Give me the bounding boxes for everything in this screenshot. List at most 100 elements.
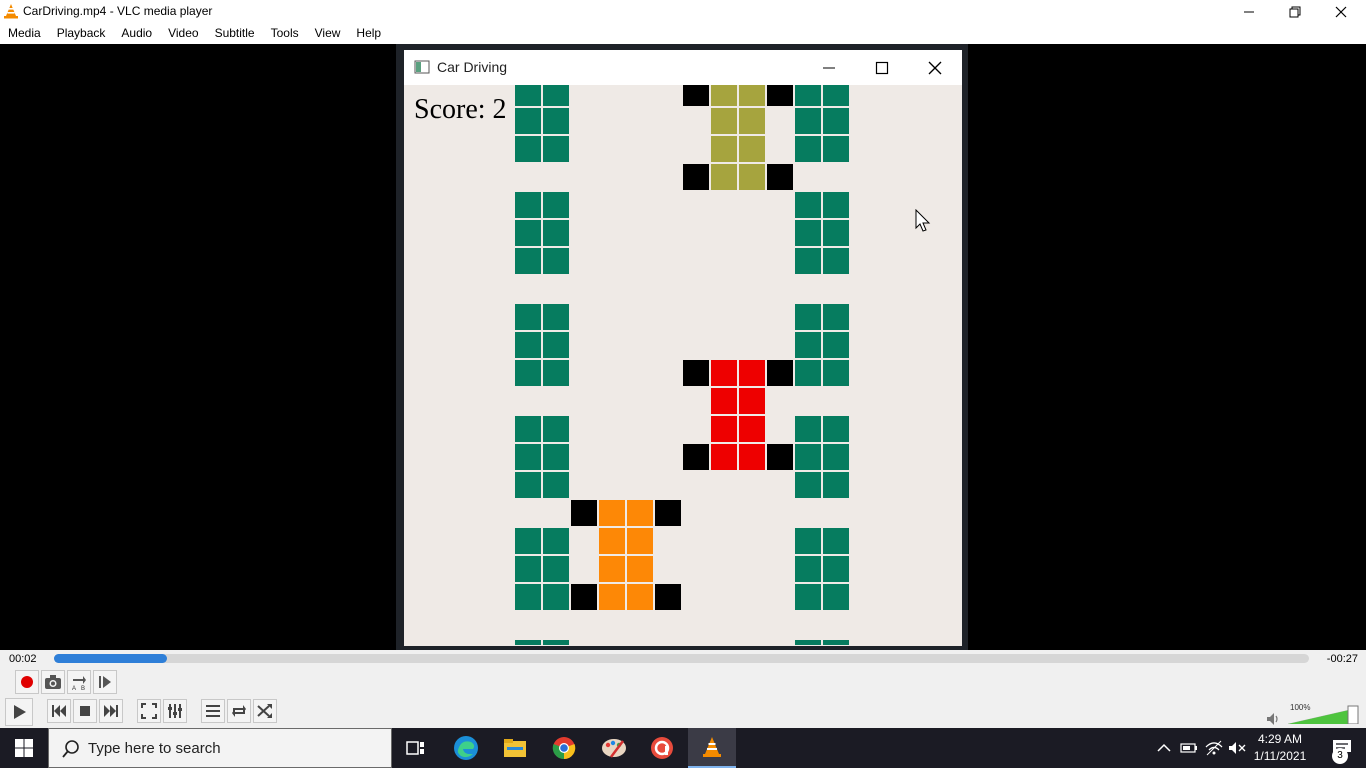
paint-taskbar-button[interactable] bbox=[590, 728, 638, 768]
fullscreen-button[interactable] bbox=[137, 699, 161, 723]
shuffle-button[interactable] bbox=[253, 699, 277, 723]
next-icon bbox=[104, 705, 118, 717]
loop-button[interactable] bbox=[227, 699, 251, 723]
player-controls: AB 100% bbox=[0, 670, 1366, 728]
player-car-wheel bbox=[654, 499, 682, 527]
player-car-wheel bbox=[570, 499, 598, 527]
road-border-left-cell bbox=[514, 555, 542, 583]
pinned-app-taskbar-button[interactable] bbox=[638, 728, 686, 768]
vlc-icon bbox=[703, 737, 721, 757]
player-car-body-cell bbox=[598, 527, 626, 555]
seek-progress-fill bbox=[54, 654, 167, 663]
player-car-body-cell bbox=[598, 583, 626, 611]
restore-button[interactable] bbox=[1272, 0, 1318, 23]
volume-tray-button[interactable] bbox=[1227, 738, 1247, 758]
svg-text:A: A bbox=[72, 686, 76, 691]
vlc-cone-icon bbox=[4, 4, 18, 19]
road-border-left-cell bbox=[514, 85, 542, 107]
minimize-button[interactable] bbox=[1226, 0, 1272, 23]
road-border-right-cell bbox=[794, 583, 822, 611]
menu-help[interactable]: Help bbox=[348, 23, 389, 44]
battery-tray-button[interactable] bbox=[1179, 738, 1199, 758]
road-border-left-cell bbox=[542, 359, 570, 387]
road-border-left-cell bbox=[514, 443, 542, 471]
show-hidden-icons-button[interactable] bbox=[1154, 738, 1174, 758]
game-window: Car Driving Score: 2 bbox=[404, 50, 962, 646]
remaining-time[interactable]: -00:27 bbox=[1327, 653, 1358, 665]
road-border-right-cell bbox=[822, 247, 850, 275]
game-close-button bbox=[908, 50, 962, 85]
previous-button[interactable] bbox=[47, 699, 71, 723]
edge-icon bbox=[454, 736, 478, 760]
enemy-car-olive-body-cell bbox=[710, 85, 738, 107]
edge-taskbar-button[interactable] bbox=[442, 728, 490, 768]
seek-row: 00:02 -00:27 bbox=[0, 650, 1366, 670]
menu-audio[interactable]: Audio bbox=[113, 23, 160, 44]
enemy-car-olive-body-cell bbox=[738, 85, 766, 107]
network-tray-button[interactable] bbox=[1204, 738, 1224, 758]
road-border-left-cell bbox=[542, 331, 570, 359]
play-button[interactable] bbox=[5, 698, 33, 726]
vlc-taskbar-button[interactable] bbox=[688, 728, 736, 768]
extended-settings-button[interactable] bbox=[163, 699, 187, 723]
taskbar-search-box[interactable]: Type here to search bbox=[48, 728, 392, 768]
road-border-right-cell bbox=[822, 471, 850, 499]
playlist-button[interactable] bbox=[201, 699, 225, 723]
enemy-car-red-wheel bbox=[766, 359, 794, 387]
loop-ab-button[interactable]: AB bbox=[67, 670, 91, 694]
start-button[interactable] bbox=[0, 728, 48, 768]
road-border-right-cell bbox=[794, 471, 822, 499]
enemy-car-olive-body-cell bbox=[738, 135, 766, 163]
taskbar-clock[interactable]: 4:29 AM 1/11/2021 bbox=[1252, 731, 1308, 765]
loop-ab-icon: AB bbox=[72, 676, 86, 691]
enemy-car-olive-wheel bbox=[766, 163, 794, 191]
menu-playback[interactable]: Playback bbox=[49, 23, 114, 44]
frame-by-frame-button[interactable] bbox=[93, 670, 117, 694]
road-border-left-cell bbox=[542, 415, 570, 443]
frame-step-icon bbox=[99, 676, 111, 688]
road-border-left-cell bbox=[542, 303, 570, 331]
close-button[interactable] bbox=[1318, 0, 1364, 23]
road-border-right-cell bbox=[794, 443, 822, 471]
volume-muted-icon bbox=[1229, 742, 1246, 754]
menu-media[interactable]: Media bbox=[0, 23, 49, 44]
road-border-left-cell bbox=[514, 191, 542, 219]
window-app-icon bbox=[414, 60, 430, 74]
enemy-car-red-body-cell bbox=[738, 443, 766, 471]
player-car-body-cell bbox=[626, 555, 654, 583]
taskbar: Type here to search 4:29 AM 1/11/2021 3 bbox=[0, 728, 1366, 768]
vlc-title-bar: CarDriving.mp4 - VLC media player bbox=[0, 0, 1366, 23]
enemy-car-red-wheel bbox=[682, 443, 710, 471]
next-button[interactable] bbox=[99, 699, 123, 723]
menu-video[interactable]: Video bbox=[160, 23, 206, 44]
app-icon bbox=[651, 737, 673, 759]
restore-icon bbox=[1289, 6, 1301, 17]
windows-logo-icon bbox=[15, 739, 33, 757]
stop-button[interactable] bbox=[73, 699, 97, 723]
road-border-left-cell bbox=[542, 247, 570, 275]
task-view-button[interactable] bbox=[392, 728, 440, 768]
enemy-car-olive-wheel bbox=[766, 85, 794, 107]
road-border-right-cell bbox=[822, 303, 850, 331]
fullscreen-icon bbox=[141, 703, 157, 719]
playlist-icon bbox=[206, 705, 220, 717]
enemy-car-red-wheel bbox=[682, 359, 710, 387]
road-border-left-cell bbox=[542, 135, 570, 163]
chrome-taskbar-button[interactable] bbox=[540, 728, 588, 768]
road-border-right-cell bbox=[794, 85, 822, 107]
file-explorer-taskbar-button[interactable] bbox=[491, 728, 539, 768]
snapshot-button[interactable] bbox=[41, 670, 65, 694]
road-border-left-cell bbox=[514, 415, 542, 443]
elapsed-time: 00:02 bbox=[9, 653, 37, 665]
menu-view[interactable]: View bbox=[307, 23, 349, 44]
menu-tools[interactable]: Tools bbox=[263, 23, 307, 44]
record-button[interactable] bbox=[15, 670, 39, 694]
volume-slider[interactable] bbox=[1288, 702, 1360, 724]
road-border-right-cell bbox=[822, 359, 850, 387]
road-border-right-cell bbox=[822, 85, 850, 107]
speaker-icon[interactable] bbox=[1265, 711, 1281, 727]
player-car-body-cell bbox=[626, 499, 654, 527]
menu-subtitle[interactable]: Subtitle bbox=[207, 23, 263, 44]
road-border-right-cell bbox=[794, 303, 822, 331]
seek-slider[interactable] bbox=[54, 654, 1309, 663]
